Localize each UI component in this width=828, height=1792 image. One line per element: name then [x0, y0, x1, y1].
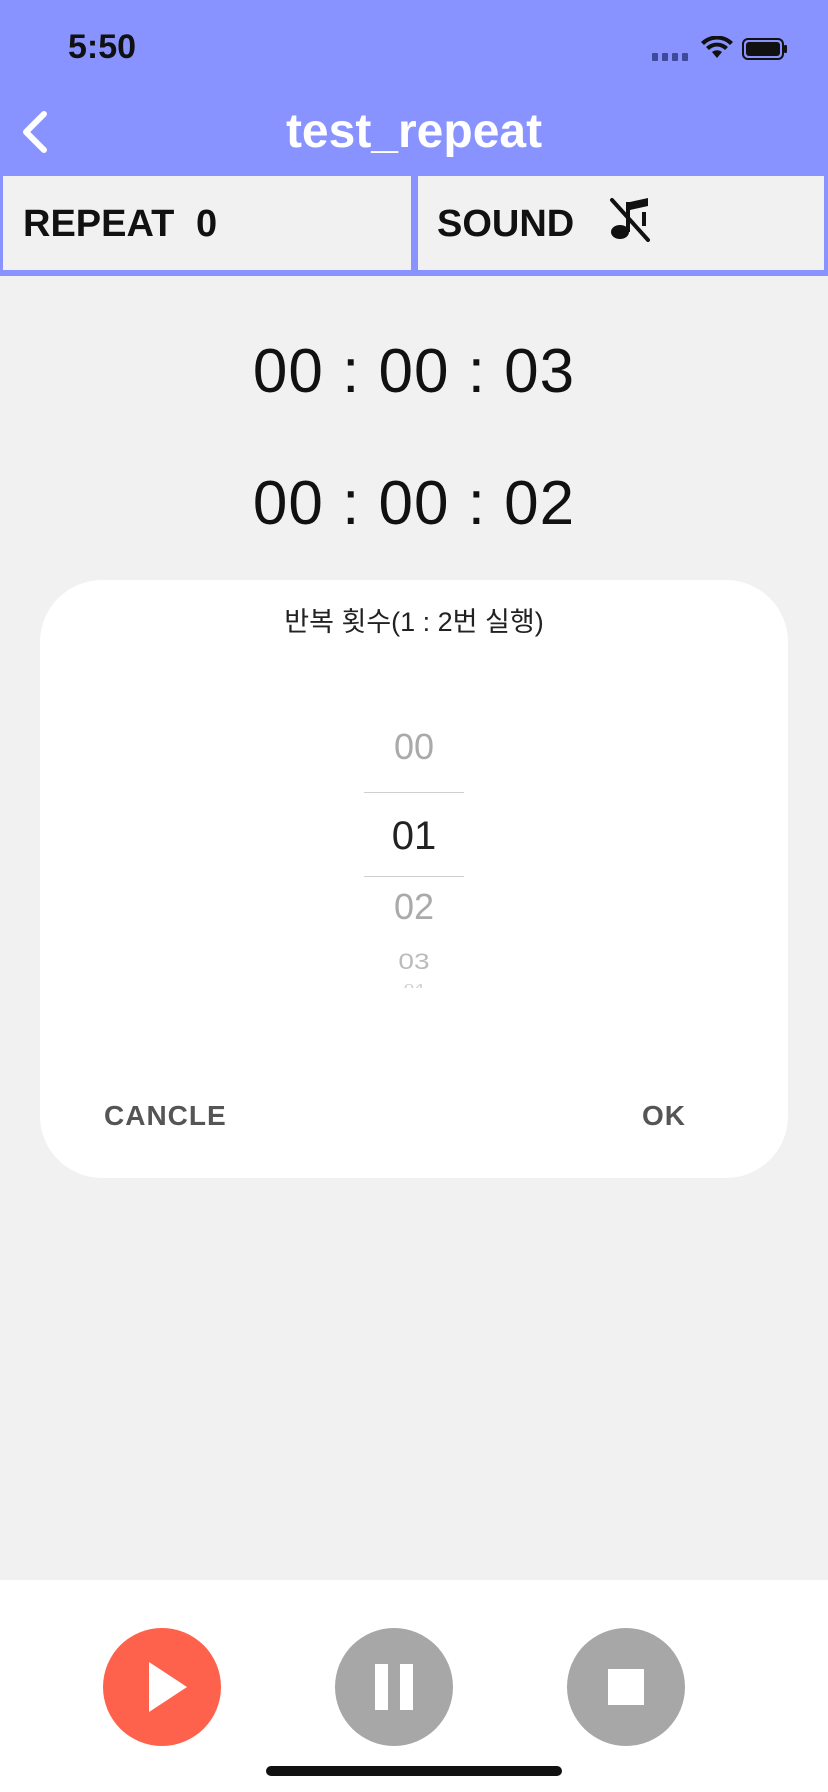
stop-icon: [608, 1669, 644, 1705]
total-time: 00 : 00 : 03: [252, 337, 576, 406]
picker-item[interactable]: 00: [364, 726, 464, 768]
ok-button[interactable]: OK: [642, 1100, 686, 1132]
stop-button[interactable]: [567, 1628, 685, 1746]
cancel-button[interactable]: CANCLE: [104, 1100, 227, 1132]
battery-icon: [742, 38, 787, 60]
repeat-label: REPEAT: [23, 203, 175, 245]
page-title: test_repeat: [285, 105, 543, 158]
picker-item[interactable]: 02: [364, 886, 464, 928]
picker-divider: [364, 792, 464, 793]
sound-button[interactable]: SOUND: [418, 176, 824, 270]
wifi-icon: [701, 36, 733, 58]
play-button[interactable]: [103, 1628, 221, 1746]
cellular-signal-icon: [652, 53, 690, 61]
repeat-count: 0: [196, 203, 218, 245]
picker-item[interactable]: 04: [364, 982, 464, 988]
status-time: 5:50: [68, 28, 137, 66]
picker-divider: [364, 876, 464, 877]
pause-button[interactable]: [335, 1628, 453, 1746]
picker-item[interactable]: 03: [364, 949, 464, 975]
home-indicator: [266, 1766, 562, 1776]
picker-item-selected[interactable]: 01: [364, 814, 464, 859]
app-header: 5:50 test_repeat: [0, 0, 828, 176]
toggle-row: REPEAT 0 SOUND: [0, 176, 828, 276]
remaining-time: 00 : 00 : 02: [252, 469, 576, 538]
play-icon: [149, 1662, 187, 1712]
dialog-title: 반복 횟수(1 : 2번 실행): [284, 607, 544, 637]
playback-controls: [0, 1580, 828, 1792]
music-off-icon: [610, 198, 650, 242]
pause-icon: [375, 1664, 413, 1710]
repeat-button[interactable]: REPEAT 0: [3, 176, 411, 270]
repeat-count-picker[interactable]: 00 01 02 03 04: [364, 690, 464, 1010]
repeat-count-dialog: 반복 횟수(1 : 2번 실행) 00 01 02 03 04 CANCLE O…: [40, 580, 788, 1178]
sound-label: SOUND: [437, 203, 575, 245]
